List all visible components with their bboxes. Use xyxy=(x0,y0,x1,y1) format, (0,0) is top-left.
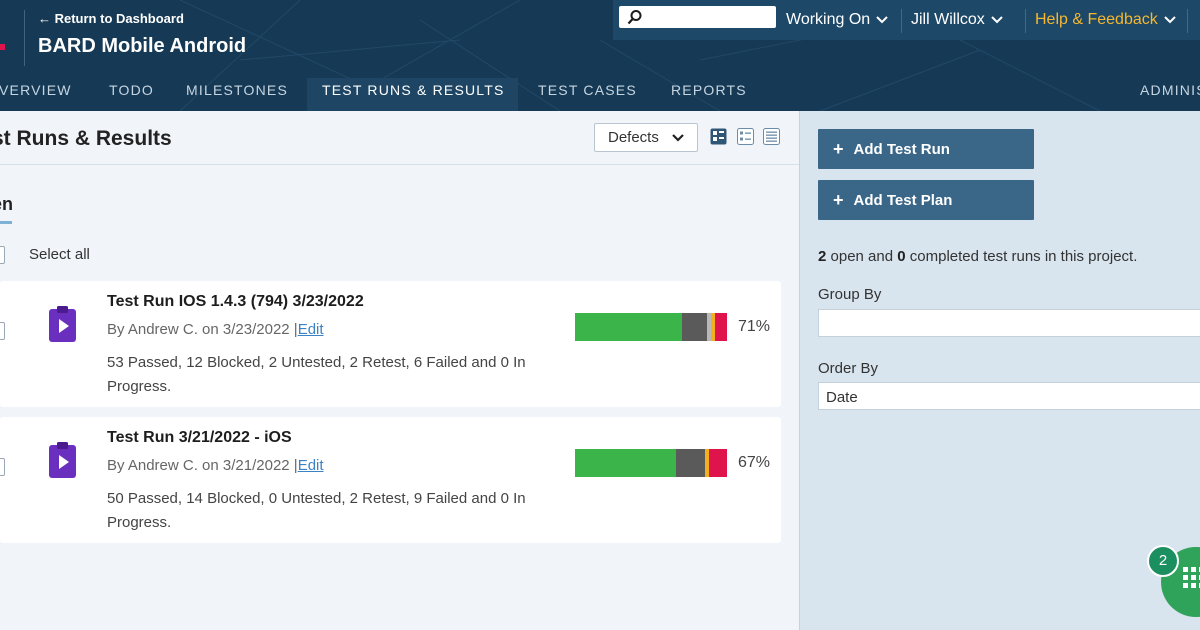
user-menu[interactable]: Jill Willcox xyxy=(911,11,1003,29)
order-by-select[interactable]: Date xyxy=(818,382,1200,410)
search-icon xyxy=(627,10,642,25)
help-feedback-label: Help & Feedback xyxy=(1035,11,1158,28)
user-name: Jill Willcox xyxy=(911,11,985,28)
filter-select[interactable]: Defects xyxy=(594,123,698,152)
select-all-checkbox[interactable] xyxy=(0,246,5,264)
add-test-plan-button[interactable]: + Add Test Plan xyxy=(818,180,1034,220)
chevron-down-icon xyxy=(672,134,684,142)
main-navigation: VERVIEW TODO MILESTONES TEST RUNS & RESU… xyxy=(0,78,1200,111)
run-checkbox[interactable] xyxy=(0,322,5,340)
plus-icon: + xyxy=(833,138,844,159)
working-on-menu[interactable]: Working On xyxy=(786,11,888,29)
run-percent: 67% xyxy=(738,454,771,471)
run-edit-link[interactable]: Edit xyxy=(298,457,324,474)
chevron-down-icon xyxy=(1164,16,1176,24)
group-by-label: Group By xyxy=(818,286,882,303)
run-title-link[interactable]: Test Run IOS 1.4.3 (794) 3/23/2022 xyxy=(107,293,364,311)
tab-reports[interactable]: REPORTS xyxy=(671,82,747,98)
app-header: ← Return to Dashboard BARD Mobile Androi… xyxy=(0,0,1200,111)
main-content: st Runs & Results Defects en Select all xyxy=(0,111,799,630)
test-run-clipboard-icon xyxy=(49,306,76,342)
progress-segment-failed xyxy=(708,449,727,477)
notification-badge: 2 xyxy=(1147,545,1179,577)
search-input[interactable] xyxy=(619,6,776,28)
run-percent: 71% xyxy=(738,318,771,335)
run-summary: 50 Passed, 14 Blocked, 0 Untested, 2 Ret… xyxy=(107,490,526,531)
top-bar-separator xyxy=(1025,9,1026,33)
top-bar-separator xyxy=(901,9,902,33)
add-test-run-button[interactable]: + Add Test Run xyxy=(818,129,1034,169)
help-feedback-menu[interactable]: Help & Feedback xyxy=(1035,11,1176,29)
run-checkbox[interactable] xyxy=(0,458,5,476)
run-author-date: By Andrew C. on 3/23/2022 | xyxy=(107,321,298,338)
order-by-label: Order By xyxy=(818,360,879,377)
view-detail-icon[interactable] xyxy=(763,128,780,145)
view-compact-icon[interactable] xyxy=(710,128,727,145)
run-summary: 53 Passed, 12 Blocked, 2 Untested, 2 Ret… xyxy=(107,354,526,395)
group-by-select[interactable] xyxy=(818,309,1200,337)
test-run-card: Test Run 3/21/2022 - iOS By Andrew C. on… xyxy=(0,417,781,543)
run-count-summary: 2 open and 0 completed test runs in this… xyxy=(818,248,1137,265)
tab-todo[interactable]: TODO xyxy=(109,82,154,98)
tab-test-runs-results[interactable]: TEST RUNS & RESULTS xyxy=(322,82,505,98)
working-on-label: Working On xyxy=(786,11,871,28)
filter-select-value: Defects xyxy=(608,129,659,146)
tab-overview[interactable]: VERVIEW xyxy=(0,82,72,98)
test-run-clipboard-icon xyxy=(49,442,76,478)
section-underline xyxy=(0,221,12,224)
project-title: BARD Mobile Android xyxy=(38,35,247,57)
header-divider xyxy=(24,10,25,66)
run-title-link[interactable]: Test Run 3/21/2022 - iOS xyxy=(107,429,292,447)
progress-segment-failed xyxy=(714,313,727,341)
tab-test-cases[interactable]: TEST CASES xyxy=(538,82,637,98)
run-progress-bar xyxy=(575,313,727,341)
open-text: open and xyxy=(826,248,898,265)
add-test-run-label: Add Test Run xyxy=(853,140,950,158)
progress-segment-passed xyxy=(575,449,677,477)
run-meta: By Andrew C. on 3/21/2022 |Edit xyxy=(107,457,324,474)
select-all-label[interactable]: Select all xyxy=(29,246,90,263)
run-meta: By Andrew C. on 3/23/2022 |Edit xyxy=(107,321,324,338)
chevron-down-icon xyxy=(876,16,888,24)
run-edit-link[interactable]: Edit xyxy=(298,321,324,338)
sidebar: + Add Test Run + Add Test Plan 2 open an… xyxy=(799,111,1200,630)
progress-segment-passed xyxy=(575,313,683,341)
view-list-icon[interactable] xyxy=(737,128,754,145)
section-title-open: en xyxy=(0,194,14,214)
plus-icon: + xyxy=(833,189,844,210)
chevron-down-icon xyxy=(991,16,1003,24)
page-title: st Runs & Results xyxy=(0,127,172,150)
run-author-date: By Andrew C. on 3/21/2022 | xyxy=(107,457,298,474)
run-progress-bar xyxy=(575,449,727,477)
completed-count: 0 xyxy=(897,248,906,265)
completed-text: completed test runs in this project. xyxy=(905,248,1138,265)
return-to-dashboard-link[interactable]: ← Return to Dashboard xyxy=(38,11,184,26)
logo-mark xyxy=(0,44,5,50)
progress-segment-blocked xyxy=(682,313,707,341)
grid-icon xyxy=(1183,567,1200,588)
tab-milestones[interactable]: MILESTONES xyxy=(186,82,288,98)
top-bar-separator xyxy=(1187,9,1188,33)
content-header: st Runs & Results Defects xyxy=(0,111,799,165)
test-run-card: Test Run IOS 1.4.3 (794) 3/23/2022 By An… xyxy=(0,281,781,407)
progress-segment-blocked xyxy=(676,449,705,477)
add-test-plan-label: Add Test Plan xyxy=(853,191,953,209)
tab-administration[interactable]: ADMINIS xyxy=(1140,82,1200,98)
